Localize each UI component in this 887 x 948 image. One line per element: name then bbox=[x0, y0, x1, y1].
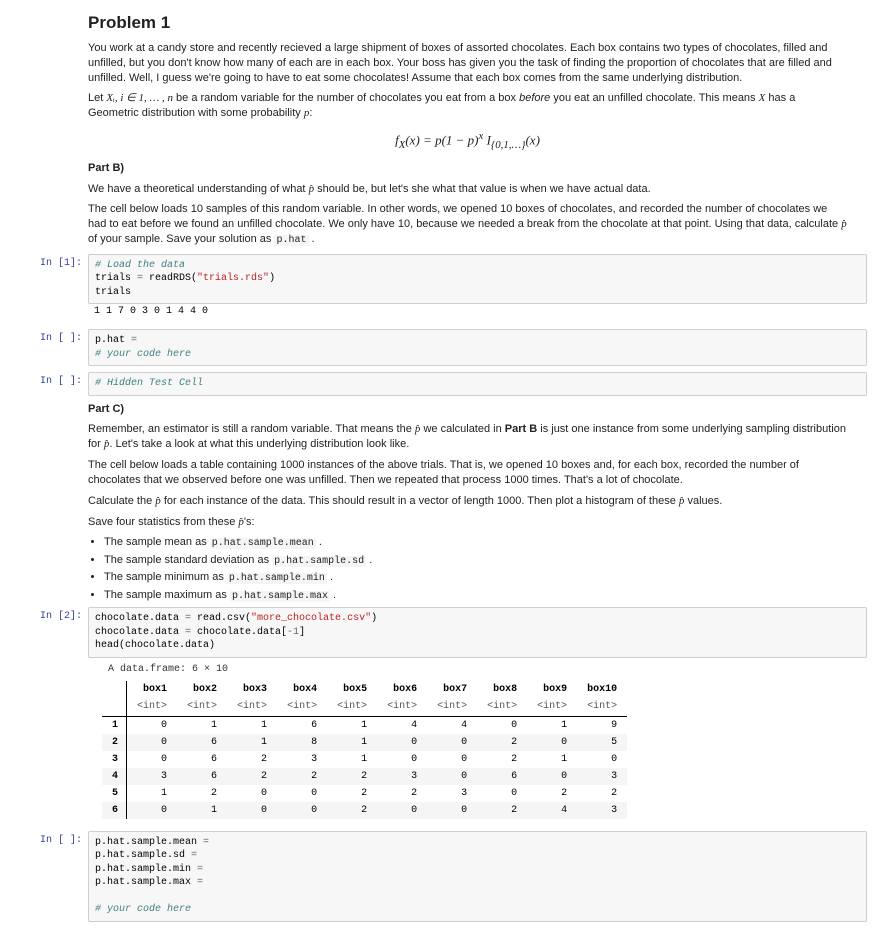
code-input-5[interactable]: p.hat.sample.mean = p.hat.sample.sd = p.… bbox=[88, 831, 867, 922]
dataframe-table: box1 box2 box3 box4 box5 box6 box7 box8 … bbox=[102, 681, 627, 819]
code-input-3[interactable]: # Hidden Test Cell bbox=[88, 372, 867, 396]
table-row: 51200223022 bbox=[102, 785, 627, 802]
prompt-in-4: In [2]: bbox=[20, 607, 88, 825]
table-header-row: box1 box2 box3 box4 box5 box6 box7 box8 … bbox=[102, 681, 627, 698]
partb-para1: We have a theoretical understanding of w… bbox=[88, 182, 847, 197]
partc-para1: Remember, an estimator is still a random… bbox=[88, 422, 847, 452]
list-item: The sample mean as p.hat.sample.mean . bbox=[104, 535, 847, 551]
partb-para2: The cell below loads 10 samples of this … bbox=[88, 202, 847, 247]
code-cell-3: In [ ]: # Hidden Test Cell bbox=[20, 372, 867, 396]
intro-para1: You work at a candy store and recently r… bbox=[88, 41, 847, 86]
markdown-partc: Part C) Remember, an estimator is still … bbox=[20, 402, 867, 604]
prompt-in-2: In [ ]: bbox=[20, 329, 88, 366]
dataframe-caption: A data.frame: 6 × 10 bbox=[108, 664, 861, 675]
partc-para3: Calculate the p̂ for each instance of th… bbox=[88, 494, 847, 509]
formula: fX(x) = p(1 − p)x I{0,1,…}(x) bbox=[88, 129, 847, 153]
partc-para4: Save four statistics from these p̂'s: bbox=[88, 515, 847, 530]
stats-list: The sample mean as p.hat.sample.mean . T… bbox=[104, 535, 847, 603]
list-item: The sample minimum as p.hat.sample.min . bbox=[104, 570, 847, 586]
code-input-2[interactable]: p.hat = # your code here bbox=[88, 329, 867, 366]
intro-para2: Let Xᵢ, i ∈ 1, … , n be a random variabl… bbox=[88, 91, 847, 121]
code-output-1: 1 1 7 0 3 0 1 4 4 0 bbox=[88, 304, 867, 323]
table-row: 20618100205 bbox=[102, 734, 627, 751]
prompt-in-5: In [ ]: bbox=[20, 831, 88, 922]
markdown-problem1: Problem 1 You work at a candy store and … bbox=[20, 12, 867, 248]
code-input-4[interactable]: chocolate.data = read.csv("more_chocolat… bbox=[88, 607, 867, 658]
notebook: Problem 1 You work at a candy store and … bbox=[0, 0, 887, 948]
code-cell-5: In [ ]: p.hat.sample.mean = p.hat.sample… bbox=[20, 831, 867, 922]
table-row: 60100200243 bbox=[102, 802, 627, 819]
problem-title: Problem 1 bbox=[88, 12, 847, 35]
code-input-1[interactable]: # Load the data trials = readRDS("trials… bbox=[88, 254, 867, 305]
part-b-header: Part B) bbox=[88, 162, 124, 174]
code-cell-1: In [1]: # Load the data trials = readRDS… bbox=[20, 254, 867, 324]
prompt-in-3: In [ ]: bbox=[20, 372, 88, 396]
list-item: The sample maximum as p.hat.sample.max . bbox=[104, 588, 847, 604]
prompt-in-1: In [1]: bbox=[20, 254, 88, 324]
code-cell-4: In [2]: chocolate.data = read.csv("more_… bbox=[20, 607, 867, 825]
table-row: 30623100210 bbox=[102, 751, 627, 768]
partc-para2: The cell below loads a table containing … bbox=[88, 458, 847, 488]
table-row: 43622230603 bbox=[102, 768, 627, 785]
code-output-4: A data.frame: 6 × 10 box1 box2 box3 box4… bbox=[88, 658, 867, 825]
table-row: 10116144019 bbox=[102, 716, 627, 734]
table-type-row: <int> <int> <int> <int> <int> <int> <int… bbox=[102, 698, 627, 717]
code-cell-2: In [ ]: p.hat = # your code here bbox=[20, 329, 867, 366]
list-item: The sample standard deviation as p.hat.s… bbox=[104, 553, 847, 569]
part-c-header: Part C) bbox=[88, 403, 124, 415]
